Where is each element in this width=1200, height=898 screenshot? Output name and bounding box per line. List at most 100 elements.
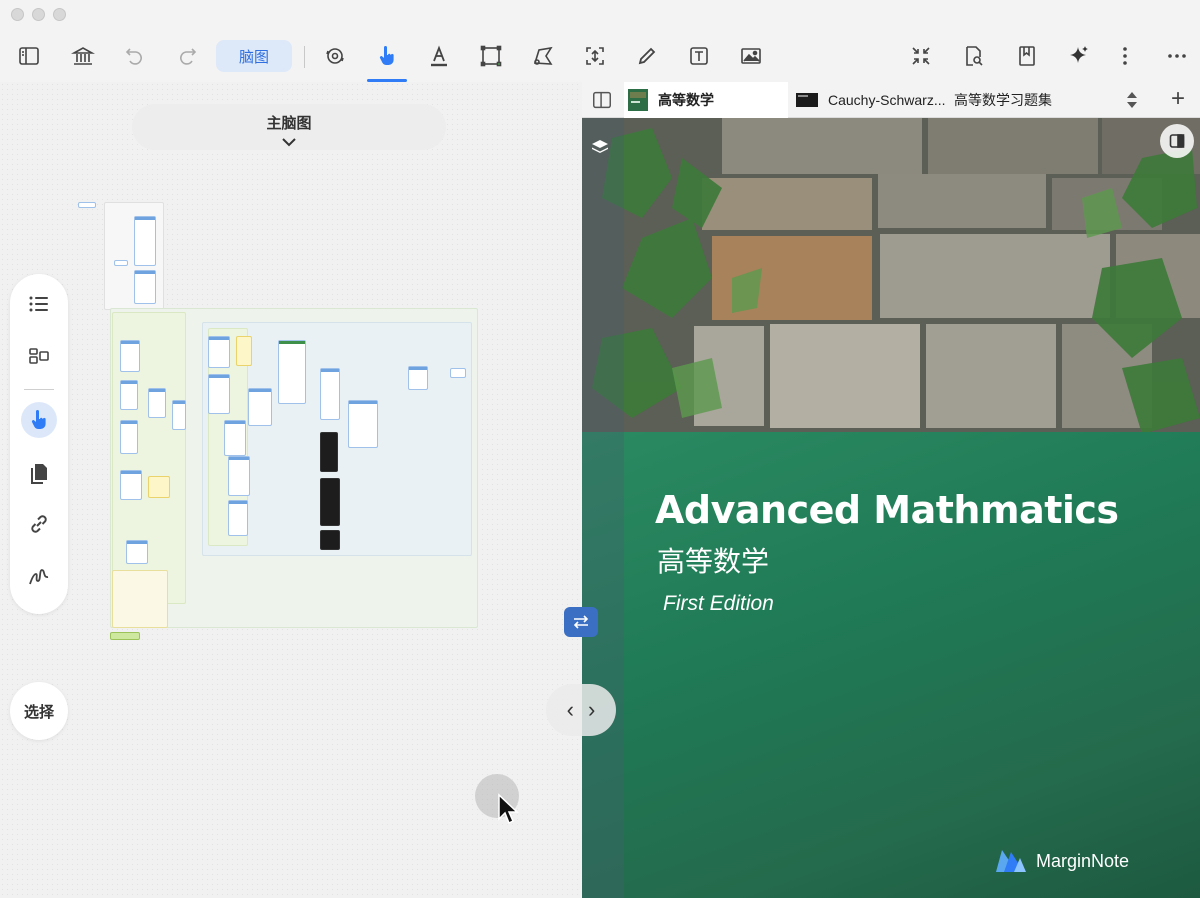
mindmap-node[interactable] xyxy=(228,500,248,536)
add-tab-icon[interactable]: + xyxy=(1166,87,1190,112)
mindmap-side-toolbar xyxy=(10,274,68,614)
bookmark-icon[interactable] xyxy=(1010,39,1044,73)
mindmap-canvas[interactable] xyxy=(78,200,538,640)
marginnote-logo-icon xyxy=(996,850,1026,872)
undo-icon[interactable] xyxy=(118,39,152,73)
book-thumbnail-icon xyxy=(628,89,648,111)
mindmap-node[interactable] xyxy=(110,632,140,640)
app-window: 脑图 主脑图 选择 高等数学 Cauchy-Schwarz... 高等数学习题集… xyxy=(0,0,1200,898)
sidebar-icon[interactable] xyxy=(12,39,46,73)
mindmap-node[interactable] xyxy=(114,260,128,266)
mouse-cursor-icon xyxy=(498,793,519,825)
mindmap-node[interactable] xyxy=(224,420,246,456)
tab-label: 高等数学习题集 xyxy=(954,92,1052,108)
layout-cards-icon[interactable] xyxy=(21,338,57,374)
pen-icon[interactable] xyxy=(630,39,664,73)
mindmap-node[interactable] xyxy=(208,336,230,368)
cover-stone-wall-image xyxy=(582,118,1200,434)
lasso-icon[interactable] xyxy=(526,39,560,73)
rect-select-icon[interactable] xyxy=(474,39,508,73)
ai-sparkle-icon[interactable] xyxy=(1062,39,1096,73)
mindmap-node[interactable] xyxy=(450,368,466,378)
mindmap-node[interactable] xyxy=(120,470,142,500)
mindmap-node[interactable] xyxy=(78,202,96,208)
textbox-icon[interactable] xyxy=(682,39,716,73)
link-icon[interactable] xyxy=(21,506,57,542)
more-vertical-icon[interactable] xyxy=(1108,39,1142,73)
mindmap-node[interactable] xyxy=(248,388,272,426)
main-toolbar: 脑图 xyxy=(0,30,1200,82)
mindmap-node[interactable] xyxy=(320,432,338,472)
mindmap-node[interactable] xyxy=(120,340,140,372)
split-view-icon[interactable] xyxy=(590,88,614,112)
collapse-icon[interactable] xyxy=(904,39,938,73)
mindmap-node[interactable] xyxy=(134,216,156,266)
mindmap-node[interactable] xyxy=(148,476,170,498)
tab-scroll-arrows-icon[interactable] xyxy=(1120,89,1144,111)
freehand-curve-icon[interactable] xyxy=(21,558,57,594)
minimize-window-button[interactable] xyxy=(32,8,45,21)
mindmap-node[interactable] xyxy=(320,530,340,550)
toolbar-divider xyxy=(304,46,305,68)
select-button[interactable]: 选择 xyxy=(10,682,68,740)
hand-pointer-icon[interactable] xyxy=(21,402,57,438)
previous-page-icon[interactable]: ‹ xyxy=(567,697,574,723)
mindmap-region xyxy=(112,570,168,628)
mindmap-pane[interactable]: 主脑图 选择 xyxy=(0,82,582,898)
book-edition: First Edition xyxy=(663,592,774,615)
outline-list-icon[interactable] xyxy=(21,286,57,322)
mindmap-node[interactable] xyxy=(172,400,186,430)
book-title-english: Advanced Mathmatics xyxy=(655,488,1119,532)
mindmap-node[interactable] xyxy=(126,540,148,564)
tab-cauchy-schwarz[interactable]: Cauchy-Schwarz... xyxy=(792,82,952,118)
mindmap-node[interactable] xyxy=(208,374,230,414)
library-icon[interactable] xyxy=(66,39,100,73)
doc-thumbnail-icon xyxy=(796,93,818,107)
mindmap-node[interactable] xyxy=(134,270,156,304)
side-toolbar-divider xyxy=(24,389,54,390)
tab-label: 高等数学 xyxy=(658,92,714,108)
hand-pointer-icon[interactable] xyxy=(367,39,407,82)
tab-exercise-set[interactable]: 高等数学习题集 xyxy=(954,82,1080,118)
toggle-panel-button[interactable] xyxy=(1160,124,1194,158)
sync-icon[interactable] xyxy=(318,39,352,73)
brand-logo: MarginNote xyxy=(994,846,1129,876)
copy-pages-icon[interactable] xyxy=(21,456,57,492)
mindmap-node[interactable] xyxy=(120,420,138,454)
search-doc-icon[interactable] xyxy=(956,39,990,73)
swap-panes-button[interactable] xyxy=(564,607,598,637)
layers-icon[interactable] xyxy=(590,138,610,158)
tab-advanced-math[interactable]: 高等数学 ⌃ xyxy=(624,82,788,118)
mindmap-toggle-button[interactable]: 脑图 xyxy=(216,40,292,72)
redo-icon[interactable] xyxy=(170,39,204,73)
crop-icon[interactable] xyxy=(578,39,612,73)
tab-label: Cauchy-Schwarz... xyxy=(828,92,946,108)
text-highlight-icon[interactable] xyxy=(422,39,456,73)
panel-layout-icon xyxy=(1169,134,1185,148)
swap-arrows-icon xyxy=(573,615,589,629)
page-nav-control[interactable]: ‹ › xyxy=(546,684,616,736)
mindmap-node[interactable] xyxy=(120,380,138,410)
mindmap-title: 主脑图 xyxy=(266,115,312,132)
mindmap-node[interactable] xyxy=(228,456,250,496)
document-tab-bar: 高等数学 ⌃ Cauchy-Schwarz... 高等数学习题集 + xyxy=(582,82,1200,118)
mindmap-node[interactable] xyxy=(148,388,166,418)
image-icon[interactable] xyxy=(734,39,768,73)
mindmap-node[interactable] xyxy=(408,366,428,390)
mindmap-node[interactable] xyxy=(278,340,306,404)
mindmap-node[interactable] xyxy=(348,400,378,448)
page-side-strip xyxy=(582,118,624,898)
title-bar xyxy=(0,0,1200,30)
mindmap-node[interactable] xyxy=(320,478,340,526)
mindmap-title-pill[interactable]: 主脑图 xyxy=(132,104,446,150)
chevron-down-icon xyxy=(282,138,296,147)
book-title-chinese: 高等数学 xyxy=(657,546,770,577)
more-horizontal-icon[interactable] xyxy=(1160,39,1194,73)
mindmap-node[interactable] xyxy=(236,336,252,366)
document-view[interactable]: Advanced Mathmatics 高等数学 First Edition M… xyxy=(582,118,1200,898)
next-page-icon[interactable]: › xyxy=(588,697,595,723)
brand-name: MarginNote xyxy=(1036,850,1130,871)
mindmap-node[interactable] xyxy=(320,368,340,420)
close-window-button[interactable] xyxy=(11,8,24,21)
zoom-window-button[interactable] xyxy=(53,8,66,21)
